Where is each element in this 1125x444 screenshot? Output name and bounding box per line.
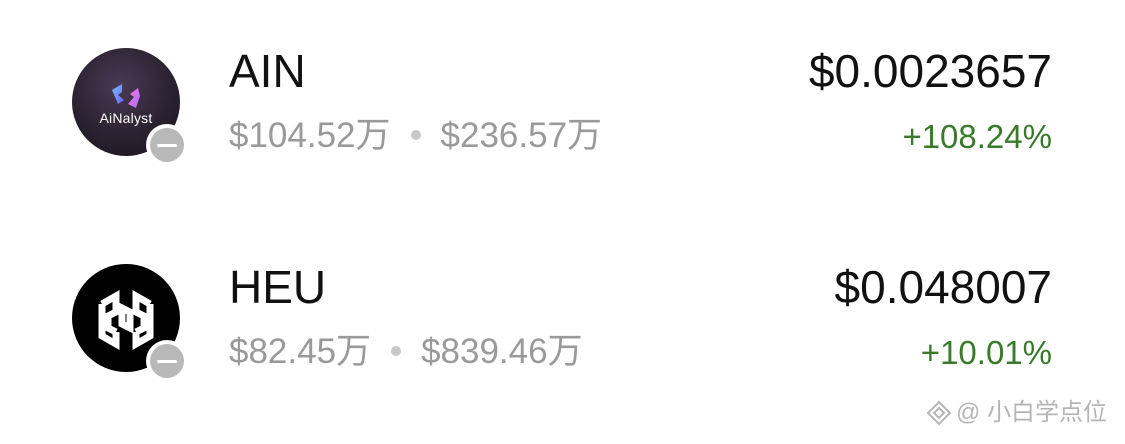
token-logo: AiNalyst: [72, 48, 188, 166]
remove-badge-icon[interactable]: [146, 340, 188, 382]
token-row-ain[interactable]: AiNalyst AIN $104.52万 $236.57万 $0.0023657…: [0, 28, 1125, 178]
price-change: +10.01%: [920, 334, 1052, 371]
separator-dot: [410, 129, 421, 140]
token-price: $0.0023657: [808, 45, 1052, 97]
separator-dot: [391, 345, 402, 356]
token-symbol: HEU: [229, 261, 327, 313]
remove-badge-icon[interactable]: [146, 124, 188, 166]
watermark-logo-icon: [926, 400, 952, 426]
token-price: $0.048007: [834, 261, 1052, 313]
token-list: AiNalyst AIN $104.52万 $236.57万 $0.0023657…: [0, 0, 1125, 444]
token-logo: [72, 264, 188, 382]
token-stats: $104.52万 $236.57万: [229, 118, 602, 153]
stat-volume: $236.57万: [440, 116, 603, 155]
price-change: +108.24%: [902, 118, 1052, 155]
watermark-text: @ 小白学点位: [955, 399, 1107, 426]
token-row-heu[interactable]: HEU $82.45万 $839.46万 $0.048007 +10.01%: [0, 244, 1125, 394]
watermark: @ 小白学点位: [926, 400, 1107, 426]
stat-volume: $839.46万: [421, 332, 583, 371]
stat-market-cap: $104.52万: [229, 116, 391, 155]
token-stats: $82.45万 $839.46万: [229, 334, 583, 369]
token-symbol: AIN: [229, 45, 306, 97]
stat-market-cap: $82.45万: [229, 332, 372, 371]
